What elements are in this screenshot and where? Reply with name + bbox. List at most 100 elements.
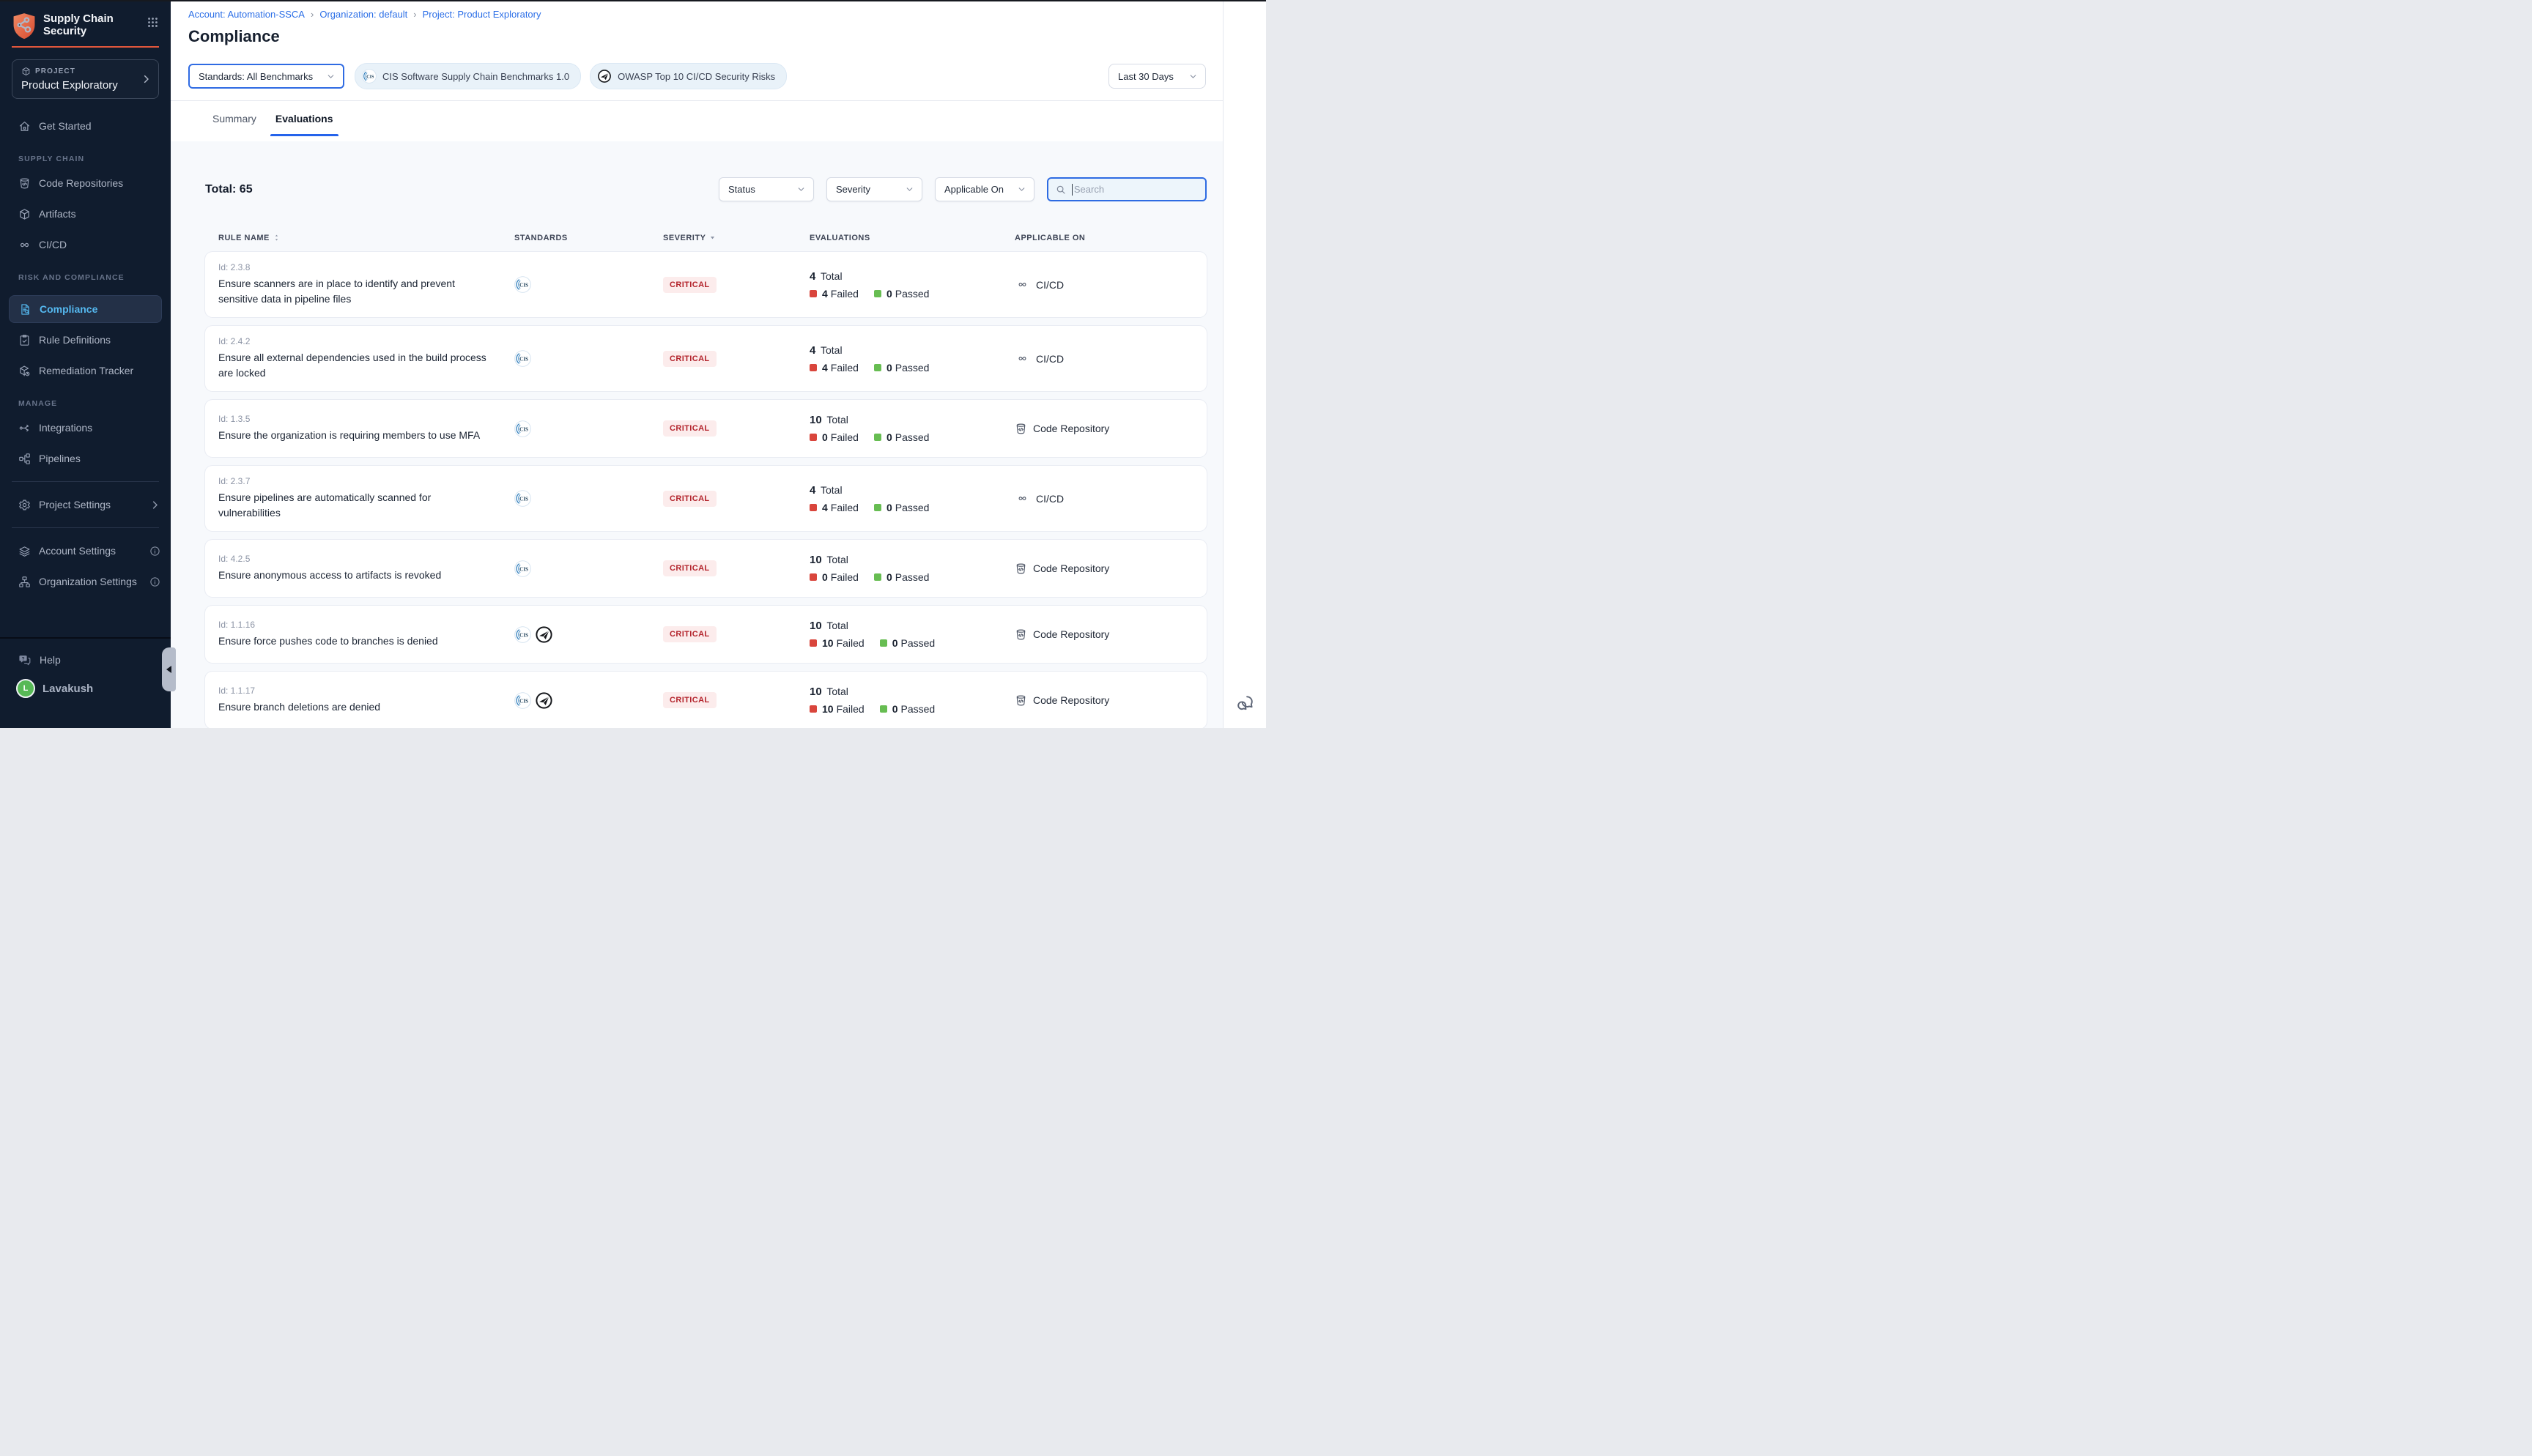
sidebar-item-project-settings[interactable]: Project Settings	[0, 492, 171, 517]
search-input[interactable]	[1073, 184, 1199, 195]
sidebar-item-remediation-tracker[interactable]: Remediation Tracker	[0, 358, 171, 383]
passed-count: 0	[892, 637, 898, 649]
date-range-dropdown[interactable]: Last 30 Days	[1108, 64, 1206, 89]
breadcrumb-project[interactable]: Project: Product Exploratory	[423, 9, 541, 20]
rule-row-id-2-3-7[interactable]: Id: 2.3.7Ensure pipelines are automatica…	[205, 466, 1207, 531]
sidebar-item-get-started[interactable]: Get Started	[0, 114, 171, 138]
chevron-down-icon	[905, 185, 914, 194]
standard-chip-cis-software-supply-chain-benchmarks-1-0[interactable]: CISCIS Software Supply Chain Benchmarks …	[355, 63, 581, 89]
standard-chip-owasp-top-10-ci-cd-security-risks[interactable]: OWASP Top 10 CI/CD Security Risks	[590, 63, 787, 89]
sidebar-item-ci-cd[interactable]: CI/CD	[0, 232, 171, 257]
search-box[interactable]	[1047, 177, 1207, 201]
main-area: Account: Automation-SSCA › Organization:…	[171, 0, 1224, 728]
severity-badge: CRITICAL	[663, 420, 717, 437]
failed-count: 0	[822, 571, 828, 583]
sidebar-bottom: ? Help L Lavakush	[0, 637, 171, 728]
failed-square-icon	[810, 639, 817, 647]
info-icon[interactable]	[149, 576, 160, 587]
sidebar-nav: Get StartedSUPPLY CHAINCode Repositories…	[0, 99, 171, 471]
rule-id: Id: 4.2.5	[218, 554, 514, 564]
code-repository-icon	[18, 177, 31, 190]
severity-badge: CRITICAL	[663, 277, 717, 293]
sidebar-item-label: Organization Settings	[39, 576, 137, 587]
sidebar-item-integrations[interactable]: Integrations	[0, 415, 171, 440]
cis-logo: CIS	[514, 276, 531, 293]
app-grid-icon[interactable]	[147, 16, 159, 29]
standards-dropdown[interactable]: Standards: All Benchmarks	[188, 64, 344, 89]
rule-id: Id: 2.3.7	[218, 476, 514, 486]
sidebar-item-label: Remediation Tracker	[39, 365, 133, 376]
project-switcher[interactable]: PROJECT Product Exploratory	[12, 59, 159, 99]
sidebar-item-compliance[interactable]: Compliance	[9, 295, 162, 323]
severity-cell: CRITICAL	[663, 692, 810, 708]
window-top-edge	[0, 0, 1266, 1]
evaluations-cell: 10 Total10Failed0Passed	[810, 686, 1015, 715]
sidebar-item-pipelines[interactable]: Pipelines	[0, 446, 171, 471]
passed-label: Passed	[901, 637, 936, 649]
cicd-icon	[1015, 493, 1030, 504]
sidebar-item-code-repositories[interactable]: Code Repositories	[0, 171, 171, 196]
user-menu[interactable]: L Lavakush	[0, 679, 171, 698]
rule-row-id-1-1-17[interactable]: Id: 1.1.17Ensure branch deletions are de…	[205, 672, 1207, 728]
cis-logo: CIS	[362, 69, 377, 83]
rule-name: Ensure branch deletions are denied	[218, 699, 514, 715]
rule-row-id-2-3-8[interactable]: Id: 2.3.8Ensure scanners are in place to…	[205, 252, 1207, 317]
tab-summary[interactable]: Summary	[212, 101, 256, 136]
package-icon	[21, 67, 31, 76]
rule-id: Id: 1.1.16	[218, 620, 514, 630]
svg-text:CIS: CIS	[519, 566, 528, 572]
caret-down-icon[interactable]	[709, 234, 716, 241]
breadcrumb-account[interactable]: Account: Automation-SSCA	[188, 9, 305, 20]
code-repository-icon	[1015, 628, 1027, 641]
sidebar-item-label: Get Started	[39, 120, 92, 132]
severity-cell: CRITICAL	[663, 626, 810, 642]
rule-row-id-1-1-16[interactable]: Id: 1.1.16Ensure force pushes code to br…	[205, 606, 1207, 663]
sidebar-item-account-settings[interactable]: Account Settings	[0, 538, 171, 563]
sidebar-item-help[interactable]: ? Help	[0, 649, 171, 671]
standard-chip-label: OWASP Top 10 CI/CD Security Risks	[618, 71, 775, 82]
column-severity[interactable]: SEVERITY	[663, 233, 810, 242]
rule-row-id-4-2-5[interactable]: Id: 4.2.5Ensure anonymous access to arti…	[205, 540, 1207, 597]
severity-filter-dropdown[interactable]: Severity	[826, 177, 922, 201]
sidebar-item-rule-definitions[interactable]: Rule Definitions	[0, 327, 171, 352]
owasp-icon	[535, 691, 553, 710]
layers-icon	[18, 545, 31, 557]
right-rail	[1223, 0, 1266, 728]
rule-row-id-2-4-2[interactable]: Id: 2.4.2Ensure all external dependencie…	[205, 326, 1207, 391]
sidebar-footer-nav: Project Settings Account Settings Organiza…	[0, 481, 171, 594]
sidebar-collapse-handle[interactable]	[162, 647, 176, 691]
total-count: Total: 65	[205, 183, 253, 196]
breadcrumb-organization[interactable]: Organization: default	[319, 9, 407, 20]
tab-evaluations[interactable]: Evaluations	[275, 101, 333, 136]
sidebar-item-label: Code Repositories	[39, 177, 123, 189]
status-filter-dropdown[interactable]: Status	[719, 177, 814, 201]
applicable-on-label: Code Repository	[1033, 628, 1109, 640]
chevron-right-icon	[149, 499, 160, 510]
sidebar-item-artifacts[interactable]: Artifacts	[0, 201, 171, 226]
failed-count: 10	[822, 637, 834, 649]
passed-label: Passed	[895, 288, 930, 300]
severity-cell: CRITICAL	[663, 277, 810, 293]
passed-square-icon	[880, 639, 887, 647]
sidebar-item-organization-settings[interactable]: Organization Settings	[0, 569, 171, 594]
rule-name: Ensure scanners are in place to identify…	[218, 276, 514, 307]
app-window: Supply Chain Security PROJECT Product Ex…	[0, 0, 1266, 728]
applicable-on-filter-label: Applicable On	[944, 184, 1004, 195]
applicable-on-filter-dropdown[interactable]: Applicable On	[935, 177, 1034, 201]
sort-updown-icon[interactable]	[273, 233, 280, 242]
evaluations-cell: 4 Total4Failed0Passed	[810, 484, 1015, 513]
standards-chips: CISCIS Software Supply Chain Benchmarks …	[355, 63, 787, 89]
column-rule-name[interactable]: RULE NAME	[218, 233, 514, 242]
cis-logo: CIS	[514, 692, 531, 709]
rule-name-cell: Id: 1.1.16Ensure force pushes code to br…	[218, 620, 514, 649]
svg-text:CIS: CIS	[519, 632, 528, 638]
rule-name-cell: Id: 2.4.2Ensure all external dependencie…	[218, 336, 514, 381]
sidebar-divider	[12, 527, 159, 528]
rule-row-id-1-3-5[interactable]: Id: 1.3.5Ensure the organization is requ…	[205, 400, 1207, 457]
svg-text:CIS: CIS	[519, 356, 528, 362]
column-applicable-on: APPLICABLE ON	[1015, 233, 1207, 242]
evaluations-cell: 10 Total0Failed0Passed	[810, 554, 1015, 583]
info-icon[interactable]	[149, 546, 160, 557]
support-chat-icon[interactable]	[1235, 694, 1255, 713]
failed-label: Failed	[837, 637, 865, 649]
